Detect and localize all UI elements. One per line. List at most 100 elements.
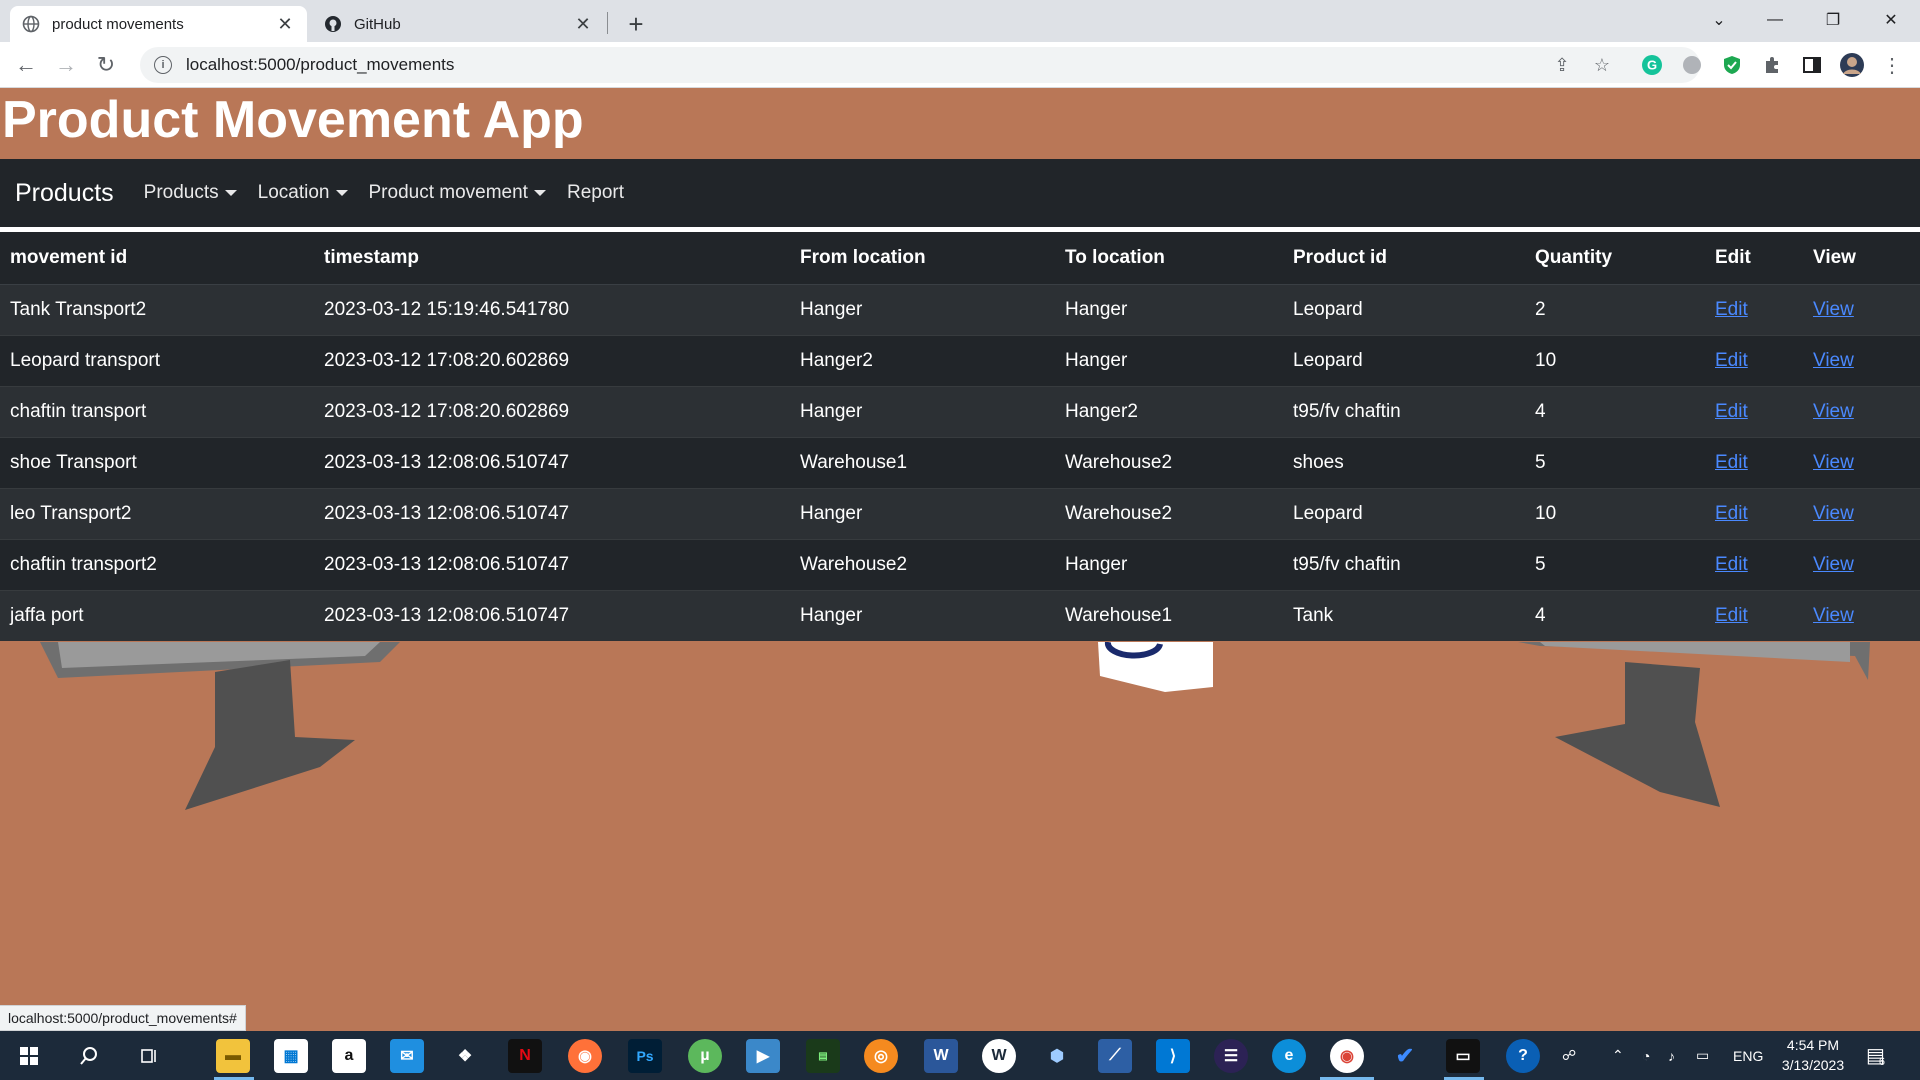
search-icon[interactable] xyxy=(72,1039,106,1073)
netflix-icon[interactable]: N xyxy=(508,1039,542,1073)
movement-id-cell: Leopard transport xyxy=(0,334,314,386)
edit-link[interactable]: Edit xyxy=(1715,452,1748,473)
file-explorer-icon[interactable]: ▬ xyxy=(216,1039,250,1073)
view-link[interactable]: View xyxy=(1813,554,1854,575)
nav-label: Location xyxy=(257,182,330,203)
amazon-icon[interactable]: a xyxy=(332,1039,366,1073)
bookmark-star-icon[interactable]: ☆ xyxy=(1588,51,1616,79)
quantity-cell: 4 xyxy=(1525,589,1705,641)
app-icon[interactable]: W xyxy=(982,1039,1016,1073)
quantity-cell: 5 xyxy=(1525,436,1705,488)
notification-count-badge: 6 xyxy=(1878,1055,1886,1068)
from-location-cell: Hanger2 xyxy=(790,334,1055,386)
timestamp-cell: 2023-03-13 12:08:06.510747 xyxy=(314,487,790,539)
task-view-icon[interactable] xyxy=(132,1039,166,1073)
microsoft-store-icon[interactable]: ▦ xyxy=(274,1039,308,1073)
network-icon[interactable]: ◔ xyxy=(1642,1031,1650,1080)
edit-link[interactable]: Edit xyxy=(1715,503,1748,524)
tab-search-icon[interactable]: ⌄ xyxy=(1696,0,1742,40)
tab-product-movements[interactable]: product movements ✕ xyxy=(10,6,307,42)
quantity-cell: 10 xyxy=(1525,334,1705,386)
mail-icon[interactable]: ✉ xyxy=(390,1039,424,1073)
restore-button[interactable]: ❐ xyxy=(1810,0,1856,40)
shield-extension-icon[interactable] xyxy=(1718,51,1746,79)
to-location-cell: Hanger xyxy=(1055,538,1283,590)
windows-start-icon[interactable] xyxy=(12,1039,46,1073)
chrome-icon[interactable]: ◉ xyxy=(1330,1039,1364,1073)
battery-icon[interactable]: ▭ xyxy=(1696,1031,1709,1080)
view-link[interactable]: View xyxy=(1813,401,1854,422)
share-icon[interactable]: ⇪ xyxy=(1548,51,1576,79)
side-panel-icon[interactable] xyxy=(1798,51,1826,79)
edit-link[interactable]: Edit xyxy=(1715,401,1748,422)
edit-link[interactable]: Edit xyxy=(1715,554,1748,575)
minimize-button[interactable]: — xyxy=(1752,0,1798,40)
column-header: From location xyxy=(790,232,1055,285)
media-player-icon[interactable]: ▶ xyxy=(746,1039,780,1073)
vscode-icon[interactable]: ⟩ xyxy=(1156,1039,1190,1073)
column-header: timestamp xyxy=(314,232,790,285)
nav-report-link[interactable]: Report xyxy=(567,182,624,204)
command-prompt-icon[interactable]: ▭ xyxy=(1446,1039,1480,1073)
nav-location-dropdown[interactable]: Location xyxy=(258,182,348,204)
nav-product-movement-dropdown[interactable]: Product movement xyxy=(369,182,546,204)
terminal-app-icon[interactable]: ▤ xyxy=(806,1039,840,1073)
browser-menu-icon[interactable]: ⋮ xyxy=(1878,51,1906,79)
puzzle-extensions-icon[interactable] xyxy=(1758,51,1786,79)
view-link[interactable]: View xyxy=(1813,350,1854,371)
edit-link[interactable]: Edit xyxy=(1715,605,1748,626)
volume-icon[interactable]: ♪ xyxy=(1668,1031,1675,1080)
to-location-cell: Warehouse2 xyxy=(1055,436,1283,488)
grammarly-extension-icon[interactable]: G xyxy=(1638,51,1666,79)
forward-button[interactable]: → xyxy=(50,49,82,81)
product-id-cell: Leopard xyxy=(1283,334,1525,386)
profile-avatar[interactable] xyxy=(1838,51,1866,79)
nav-products-dropdown[interactable]: Products xyxy=(144,182,237,204)
tab-github[interactable]: GitHub ✕ xyxy=(312,6,605,42)
to-location-cell: Hanger xyxy=(1055,283,1283,335)
chevron-up-icon[interactable]: ⌃ xyxy=(1612,1031,1624,1080)
help-icon[interactable]: ? xyxy=(1506,1039,1540,1073)
dropbox-icon[interactable]: ❖ xyxy=(448,1039,482,1073)
notification-center-icon[interactable]: ▤ 6 xyxy=(1866,1031,1885,1080)
tab-title: product movements xyxy=(52,15,184,33)
view-link[interactable]: View xyxy=(1813,503,1854,524)
firefox-icon[interactable]: ◉ xyxy=(568,1039,602,1073)
column-header: To location xyxy=(1055,232,1283,285)
column-header: movement id xyxy=(0,232,314,285)
word-icon[interactable]: W xyxy=(924,1039,958,1073)
view-link[interactable]: View xyxy=(1813,605,1854,626)
system-clock[interactable]: 4:54 PM 3/13/2023 xyxy=(1768,1035,1858,1075)
new-tab-button[interactable]: + xyxy=(620,8,652,40)
people-icon[interactable]: ☍ xyxy=(1562,1031,1576,1080)
navbar-brand[interactable]: Products xyxy=(15,179,114,208)
blender-icon[interactable]: ◎ xyxy=(864,1039,898,1073)
todo-check-icon[interactable]: ✔ xyxy=(1388,1039,1422,1073)
reload-button[interactable]: ↻ xyxy=(90,49,122,81)
photoshop-icon[interactable]: Ps xyxy=(628,1039,662,1073)
view-link[interactable]: View xyxy=(1813,452,1854,473)
edit-link[interactable]: Edit xyxy=(1715,299,1748,320)
mysql-workbench-icon[interactable]: ⟋ xyxy=(1098,1039,1132,1073)
utorrent-icon[interactable]: µ xyxy=(688,1039,722,1073)
table-row: Tank Transport2 2023-03-12 15:19:46.5417… xyxy=(0,283,1920,335)
language-indicator[interactable]: ENG xyxy=(1733,1031,1763,1080)
window-close-button[interactable]: ✕ xyxy=(1868,0,1914,40)
back-button[interactable]: ← xyxy=(10,49,42,81)
edge-icon[interactable]: e xyxy=(1272,1039,1306,1073)
address-bar[interactable]: i localhost:5000/product_movements xyxy=(140,47,1700,83)
to-location-cell: Warehouse1 xyxy=(1055,589,1283,641)
site-info-icon[interactable]: i xyxy=(154,56,172,74)
extension-icon[interactable] xyxy=(1678,51,1706,79)
cube-app-icon[interactable]: ⬢ xyxy=(1040,1039,1074,1073)
edit-link[interactable]: Edit xyxy=(1715,350,1748,371)
to-location-cell: Warehouse2 xyxy=(1055,487,1283,539)
product-id-cell: t95/fv chaftin xyxy=(1283,538,1525,590)
movement-id-cell: shoe Transport xyxy=(0,436,314,488)
column-header: View xyxy=(1803,232,1920,285)
close-icon[interactable]: ✕ xyxy=(275,14,295,34)
view-link[interactable]: View xyxy=(1813,299,1854,320)
close-icon[interactable]: ✕ xyxy=(573,14,593,34)
product-id-cell: Leopard xyxy=(1283,283,1525,335)
eclipse-icon[interactable]: ☰ xyxy=(1214,1039,1248,1073)
